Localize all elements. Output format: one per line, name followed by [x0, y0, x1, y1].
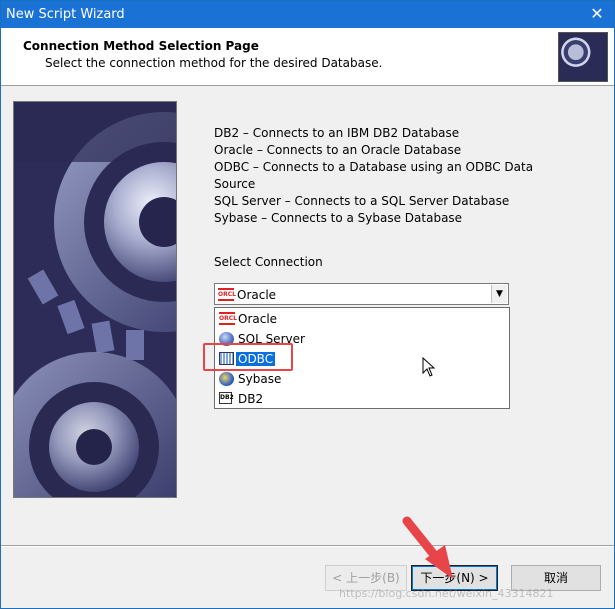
desc-line-sqlserver: SQL Server – Connects to a SQL Server Da…: [214, 194, 510, 208]
connection-combobox[interactable]: ORCL Oracle ▼: [214, 283, 509, 305]
wizard-window: New Script Wizard ✕ Connection Method Se…: [0, 0, 615, 609]
header-gear-image: [558, 32, 608, 82]
desc-line-odbc: ODBC – Connects to a Database using an O…: [214, 160, 534, 174]
combobox-value: Oracle: [237, 288, 277, 302]
desc-line-oracle: Oracle – Connects to an Oracle Database: [214, 143, 462, 157]
dropdown-arrow-icon[interactable]: ▼: [491, 285, 507, 303]
sybase-icon: [219, 372, 234, 386]
oracle-icon: ORCL: [218, 288, 236, 301]
window-title: New Script Wizard: [6, 7, 125, 22]
option-sybase[interactable]: Sybase: [215, 369, 509, 389]
option-label: Oracle: [238, 312, 278, 326]
select-connection-label: Select Connection: [214, 255, 323, 269]
connection-description: DB2 – Connects to an IBM DB2 Database Or…: [214, 125, 544, 227]
option-label: DB2: [238, 392, 264, 406]
gear-graphic: [14, 102, 176, 497]
watermark-text: https://blog.csdn.net/weixin_43314821: [339, 587, 554, 600]
annotation-arrow-icon: [402, 516, 453, 579]
odbc-annotation-box: [203, 343, 293, 371]
page-title: Connection Method Selection Page: [23, 39, 259, 53]
desc-line-sybase: Sybase – Connects to a Sybase Database: [214, 211, 463, 225]
desc-line-db2: DB2 – Connects to an IBM DB2 Database: [214, 126, 460, 140]
desc-line-odbc-cont: Source: [214, 177, 256, 191]
db2-icon: DB2: [219, 392, 234, 404]
oracle-icon: ORCL: [219, 312, 237, 325]
option-db2[interactable]: DB2 DB2: [215, 389, 509, 409]
gear-illustration: [13, 101, 177, 498]
title-bar: New Script Wizard ✕: [1, 1, 614, 28]
page-subtitle: Select the connection method for the des…: [45, 56, 383, 70]
footer-separator: [1, 545, 614, 547]
option-oracle[interactable]: ORCL Oracle: [215, 309, 509, 329]
close-button[interactable]: ✕: [586, 4, 608, 24]
wizard-header: Connection Method Selection Page Select …: [1, 28, 614, 86]
option-label: Sybase: [238, 372, 282, 386]
mouse-cursor-icon: [422, 357, 436, 377]
